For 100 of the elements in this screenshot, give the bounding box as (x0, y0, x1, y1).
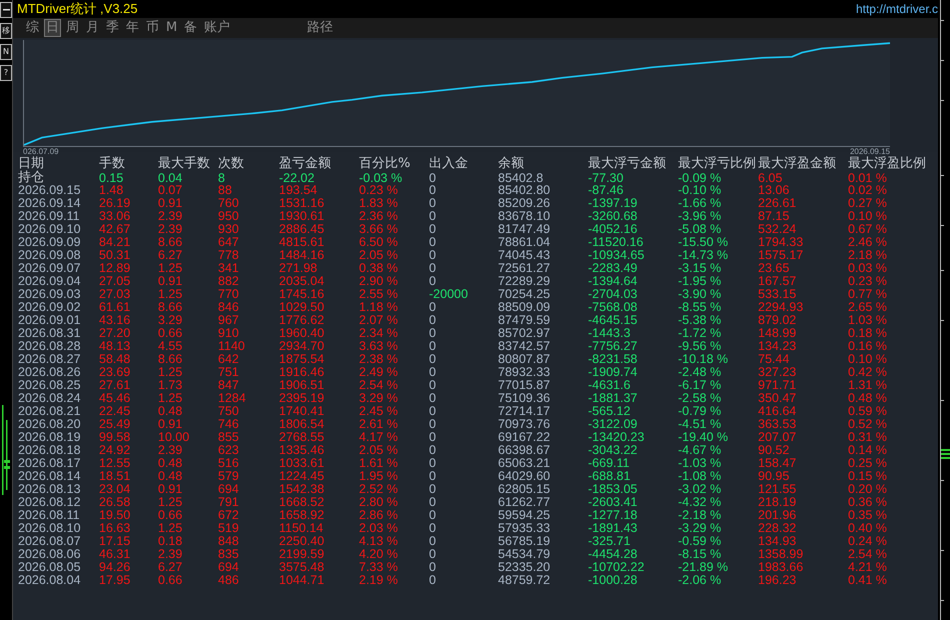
period-tab[interactable]: 综 (25, 20, 40, 36)
period-tab[interactable]: 币 (145, 20, 160, 36)
table-cell-text: 0 (429, 496, 437, 509)
table-cell-text: -2283.49 (588, 262, 638, 275)
minimize-button[interactable] (0, 2, 12, 18)
table-cell-text: 45.46 (99, 392, 132, 405)
table-cell-text: 4.21 % (848, 561, 888, 574)
table-cell-text: 1.03 % (848, 314, 888, 327)
website-link[interactable]: http://mtdriver.c (856, 2, 938, 16)
table-cell-text: 6.27 (158, 561, 184, 574)
tool-button[interactable]: 移 (0, 23, 12, 39)
table-cell-text: 2.19 % (359, 574, 399, 587)
table-cell-text: 83742.57 (498, 340, 552, 353)
period-tab[interactable]: 月 (85, 20, 100, 36)
table-cell-text: 516 (218, 457, 240, 470)
table-cell-text: 46.31 (99, 548, 132, 561)
table-cell-text: 50.31 (99, 249, 132, 262)
table-cell-text: 1740.41 (279, 405, 326, 418)
period-tab[interactable]: 账户 (203, 20, 232, 36)
table-cell-text: 879.02 (758, 314, 798, 327)
table-cell-text: 2.65 % (848, 301, 888, 314)
table-cell-text: 0 (429, 548, 437, 561)
table-cell-text: 930 (218, 223, 240, 236)
table-cell-text: 3.66 % (359, 223, 399, 236)
table-cell-text: 2.39 (158, 210, 184, 223)
table-cell-text: -21.89 % (678, 561, 730, 574)
period-tab[interactable]: 年 (125, 20, 140, 36)
table-cell-text: 1.25 (158, 288, 184, 301)
minus-icon (2, 9, 10, 11)
table-cell-text: 0.18 % (848, 327, 888, 340)
column-header: 最大浮盈比例 (848, 156, 927, 170)
table-cell-text: 791 (218, 496, 240, 509)
column-header: 出入金 (429, 156, 469, 170)
period-tab[interactable]: 周 (65, 20, 80, 36)
table-cell-text: 1.61 % (359, 457, 399, 470)
table-cell-text: 2395.19 (279, 392, 326, 405)
table-cell-text: 90.95 (758, 470, 790, 483)
table-cell-text: 4.20 % (359, 548, 399, 561)
period-tab[interactable]: 日 (45, 20, 60, 36)
date-cell-text: 2026.08.17 (18, 457, 82, 470)
table-cell-text: 0.18 (158, 535, 184, 548)
table-cell-text: 26.19 (99, 197, 132, 210)
table-cell-text: 0.10 % (848, 353, 888, 366)
table-cell-text: 2.34 % (359, 327, 399, 340)
date-cell-text: 2026.09.04 (18, 275, 82, 288)
table-cell-text: 1531.16 (279, 197, 326, 210)
period-tab[interactable]: 备 (183, 20, 198, 36)
period-tab[interactable]: 路径 (306, 20, 334, 36)
table-cell-text: 7.33 % (359, 561, 399, 574)
table-cell-text: 81747.49 (498, 223, 552, 236)
table-cell-text: 1.18 % (359, 301, 399, 314)
table-cell-text: 0.07 (158, 184, 184, 197)
table-cell-text: 910 (218, 327, 240, 340)
table-cell-text: 1542.38 (279, 483, 326, 496)
table-cell-text: 0.48 % (848, 392, 888, 405)
table-cell-text: -565.12 (588, 405, 632, 418)
table-cell-text: 1224.45 (279, 470, 326, 483)
table-cell-text: 19.50 (99, 509, 132, 522)
table-cell-text: 1916.46 (279, 366, 326, 379)
table-cell-text: -3.15 % (678, 262, 722, 275)
table-cell-text: 0.02 % (848, 184, 888, 197)
column-header: 百分比% (359, 156, 412, 170)
table-cell-text: 0.25 % (848, 457, 888, 470)
table-cell-text: 2.45 % (359, 405, 399, 418)
date-cell-text: 2026.09.01 (18, 314, 82, 327)
tool-button[interactable]: ? (0, 65, 12, 81)
table-cell-text: 1335.46 (279, 444, 326, 457)
table-cell-text: 0 (429, 327, 437, 340)
table-cell-text: -1277.18 (588, 509, 638, 522)
table-cell-text: 0 (429, 223, 437, 236)
table-cell-text: -2.48 % (678, 366, 722, 379)
table-cell-text: 0.40 % (848, 522, 888, 535)
table-cell-text: 2.49 % (359, 366, 399, 379)
table-cell-text: 158.47 (758, 457, 798, 470)
table-cell-text: 0 (429, 522, 437, 535)
table-cell-text: 134.93 (758, 535, 798, 548)
table-cell-text: 2199.59 (279, 548, 326, 561)
table-cell-text: 0 (429, 574, 437, 587)
table-cell-text: 2294.93 (758, 301, 804, 314)
table-cell-text: 4.13 % (359, 535, 399, 548)
column-header: 最大浮亏比例 (678, 156, 757, 170)
table-cell-text: 0.67 % (848, 223, 888, 236)
table-cell-text: 1044.71 (279, 574, 326, 587)
table-cell-text: 363.53 (758, 418, 798, 431)
table-cell-text: 75109.36 (498, 392, 552, 405)
table-cell-text: 0.91 (158, 418, 184, 431)
table-cell-text: 1983.66 (758, 561, 804, 574)
tool-button[interactable]: N (0, 44, 12, 60)
table-cell-text: -2.58 % (678, 392, 722, 405)
table-cell-text: 1150.14 (279, 522, 324, 535)
table-cell-text: 85402.80 (498, 184, 552, 197)
table-cell-text: 8.66 (158, 236, 184, 249)
table-cell-text: 0.01 % (848, 172, 888, 184)
table-cell-text: -1.66 % (678, 197, 722, 210)
period-tab[interactable]: 季 (105, 20, 120, 36)
table-cell-text: 0 (429, 210, 437, 223)
period-tab[interactable]: M (165, 20, 178, 36)
table-cell-text: 1875.54 (279, 353, 326, 366)
table-cell-text: -19.40 % (678, 431, 730, 444)
table-cell-text: 750 (218, 405, 240, 418)
